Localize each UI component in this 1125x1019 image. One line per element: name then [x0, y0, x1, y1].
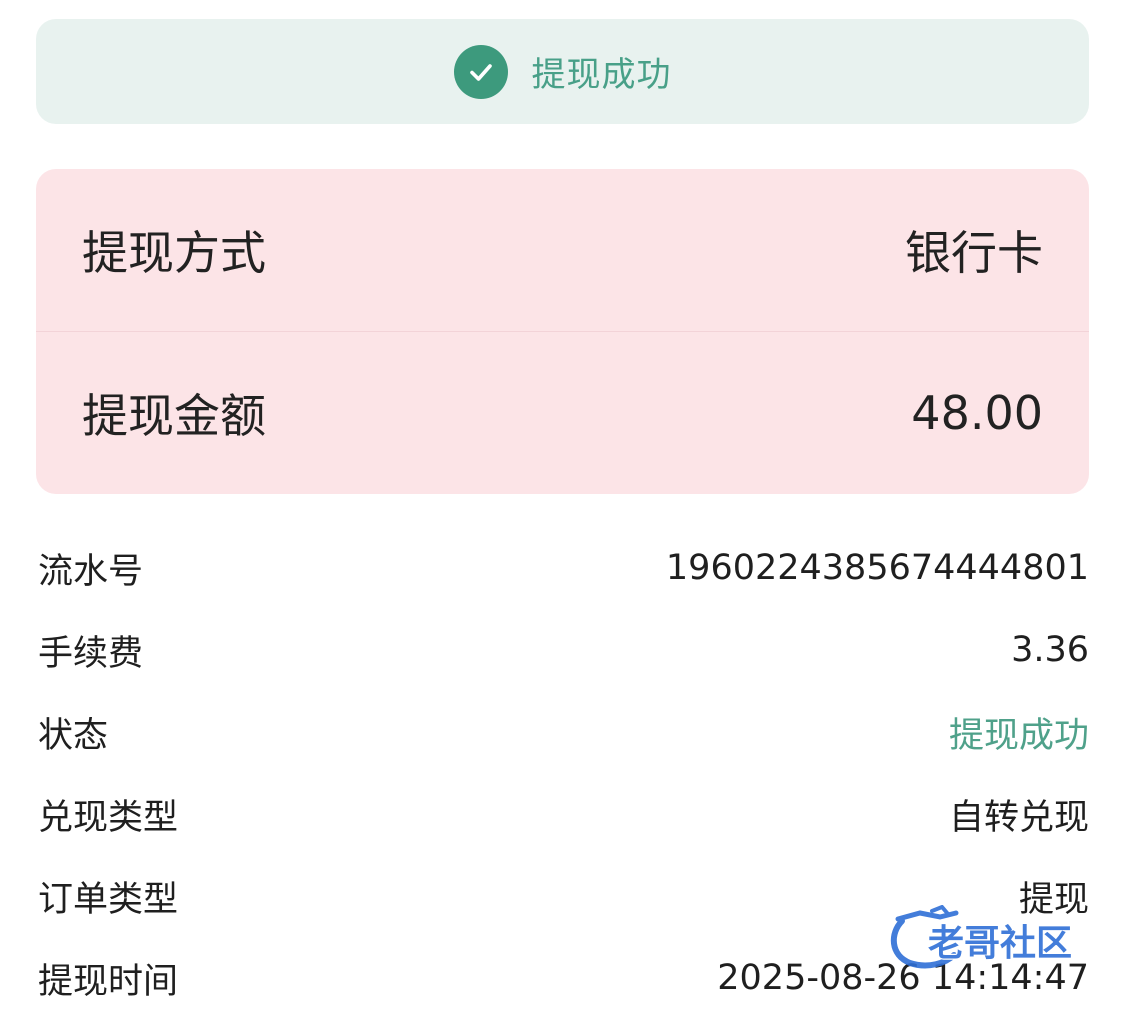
serial-number-row: 流水号 1960224385674444801 — [38, 527, 1089, 609]
watermark-logo: 老哥社区 — [884, 904, 1114, 975]
withdrawal-time-label: 提现时间 — [38, 961, 179, 1002]
status-banner: 提现成功 — [36, 19, 1089, 124]
svg-text:老哥社区: 老哥社区 — [928, 923, 1072, 964]
fee-value: 3.36 — [1011, 630, 1089, 670]
exchange-type-row: 兑现类型 自转兑现 — [38, 773, 1089, 855]
exchange-type-label: 兑现类型 — [38, 797, 179, 838]
withdrawal-method-value: 银行卡 — [905, 226, 1043, 280]
check-circle-icon — [453, 44, 508, 99]
withdrawal-method-row: 提现方式 银行卡 — [36, 169, 1089, 331]
serial-number-value: 1960224385674444801 — [665, 548, 1089, 588]
dragon-logo-icon: 老哥社区 — [890, 904, 1073, 969]
withdrawal-amount-row: 提现金额 48.00 — [36, 332, 1089, 494]
fee-label: 手续费 — [38, 633, 144, 674]
withdrawal-amount-label: 提现金额 — [82, 389, 266, 443]
withdrawal-summary-card: 提现方式 银行卡 提现金额 48.00 — [36, 169, 1089, 494]
status-label: 状态 — [38, 715, 109, 756]
withdrawal-amount-value: 48.00 — [911, 386, 1043, 440]
order-type-label: 订单类型 — [38, 879, 179, 920]
exchange-type-value: 自转兑现 — [948, 797, 1089, 838]
status-row: 状态 提现成功 — [38, 691, 1089, 773]
status-value: 提现成功 — [948, 715, 1089, 756]
serial-number-label: 流水号 — [38, 551, 144, 592]
withdrawal-method-label: 提现方式 — [82, 226, 266, 280]
fee-row: 手续费 3.36 — [38, 609, 1089, 691]
status-banner-text: 提现成功 — [531, 55, 672, 95]
